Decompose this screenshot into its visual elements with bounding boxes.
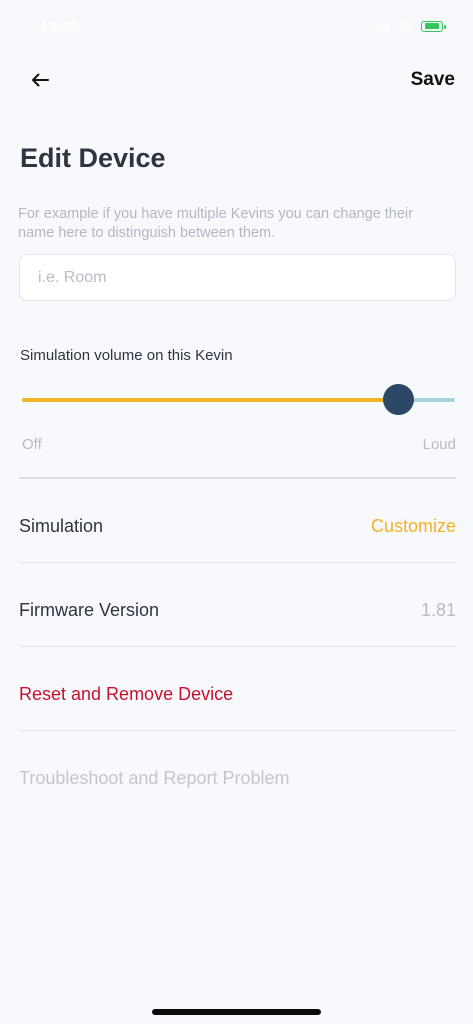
volume-slider[interactable]: [22, 384, 455, 416]
simulation-row: Simulation Customize: [19, 508, 456, 544]
status-time: 12:00: [40, 17, 79, 35]
status-icons: [375, 20, 446, 32]
device-name-input[interactable]: [19, 254, 456, 301]
nav-bar: Save: [0, 60, 473, 100]
signal-icon: [375, 20, 389, 32]
slider-track-fill: [22, 398, 399, 402]
reset-remove-device-button[interactable]: Reset and Remove Device: [19, 684, 233, 705]
divider: [19, 562, 456, 563]
divider: [19, 646, 456, 647]
reset-row: Reset and Remove Device: [19, 676, 456, 712]
slider-min-label: Off: [22, 436, 42, 453]
troubleshoot-row: Troubleshoot and Report Problem: [19, 760, 456, 796]
slider-thumb[interactable]: [383, 384, 415, 415]
save-button[interactable]: Save: [411, 69, 455, 91]
volume-label: Simulation volume on this Kevin: [20, 347, 233, 364]
customize-link[interactable]: Customize: [371, 516, 456, 537]
home-indicator: [152, 1009, 321, 1015]
battery-level: [425, 23, 439, 29]
slider-max-label: Loud: [422, 436, 456, 453]
firmware-version-value: 1.81: [420, 599, 456, 620]
battery-icon: [421, 20, 446, 32]
divider: [19, 730, 456, 731]
page-title: Edit Device: [20, 143, 166, 173]
divider: [19, 477, 456, 479]
arrow-left-icon: [32, 73, 49, 87]
firmware-row: Firmware Version 1.81: [19, 592, 456, 628]
helper-text: For example if you have multiple Kevins …: [18, 206, 413, 241]
status-bar: 12:00: [0, 0, 473, 52]
troubleshoot-link[interactable]: Troubleshoot and Report Problem: [19, 768, 289, 789]
back-button[interactable]: [28, 68, 52, 92]
firmware-label: Firmware Version: [19, 599, 160, 620]
simulation-label: Simulation: [19, 515, 104, 536]
wifi-icon: [397, 20, 413, 31]
